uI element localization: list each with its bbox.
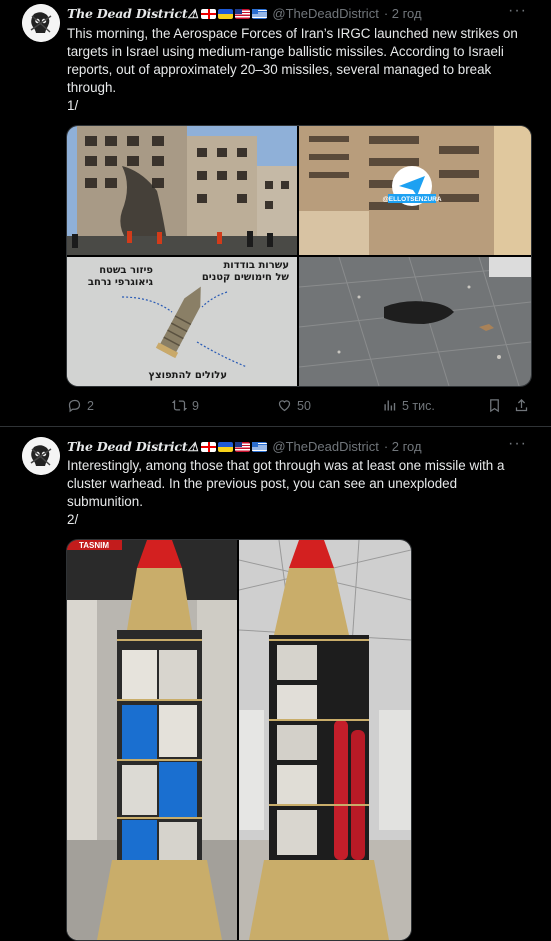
- handle[interactable]: @TheDeadDistrict: [272, 439, 378, 454]
- views-count: 5 тис.: [402, 398, 435, 413]
- display-name[interactable]: The Dead District⚠: [67, 6, 199, 21]
- tweet-1[interactable]: The Dead District⚠ @TheDeadDistrict · 2 …: [0, 0, 551, 425]
- repost-icon: [172, 400, 187, 411]
- tweet-header: The Dead District⚠ @TheDeadDistrict · 2 …: [67, 6, 422, 21]
- avatar[interactable]: [22, 437, 60, 475]
- repost-count: 9: [192, 398, 199, 413]
- ukraine-flag-icon: [218, 8, 234, 19]
- greece-flag-icon: [252, 441, 268, 452]
- like-button[interactable]: 50: [277, 398, 311, 413]
- media-grid[interactable]: TASNIM: [66, 539, 412, 941]
- usa-flag-icon: [235, 8, 251, 19]
- tweet-2[interactable]: The Dead District⚠ @TheDeadDistrict · 2 …: [0, 433, 551, 941]
- photo-cluster-warhead-right[interactable]: [239, 540, 411, 940]
- flag-emojis: [201, 441, 268, 452]
- photo-submunition-infographic[interactable]: עשרות בודדות של חימושים קטנים פיזור בשטח…: [67, 257, 297, 386]
- tweet-text: Interestingly, among those that got thro…: [67, 458, 505, 527]
- photo-cluster-warhead-left[interactable]: TASNIM: [67, 540, 237, 940]
- handle[interactable]: @TheDeadDistrict: [272, 6, 378, 21]
- bookmark-icon: [490, 399, 499, 413]
- tweet-text: This morning, the Aerospace Forces of Ir…: [67, 26, 518, 113]
- annotation-left: פיזור בשטח גיאוגרפי נרחב: [87, 265, 153, 288]
- media-grid[interactable]: @ELLOTSENZURA עשרות בודדות של חימושים קט…: [66, 125, 532, 387]
- share-button[interactable]: [514, 398, 529, 413]
- more-icon[interactable]: ···: [508, 435, 527, 453]
- avatar[interactable]: [22, 4, 60, 42]
- tweet-actions: 2 9 50 5 тис.: [67, 398, 533, 418]
- reply-button[interactable]: 2: [67, 398, 94, 413]
- greece-flag-icon: [252, 8, 268, 19]
- annotation-bottom: עלולים להתפוצץ: [148, 370, 227, 381]
- like-count: 50: [297, 398, 311, 413]
- ukraine-flag-icon: [218, 441, 234, 452]
- usa-flag-icon: [235, 441, 251, 452]
- display-name[interactable]: The Dead District⚠: [67, 439, 199, 454]
- timestamp[interactable]: · 2 год: [384, 6, 422, 21]
- georgia-flag-icon: [201, 441, 217, 452]
- watermark-text: @ELLOTSENZURA: [382, 196, 441, 203]
- share-icon: [515, 398, 528, 412]
- repost-button[interactable]: 9: [172, 398, 199, 413]
- photo-object-on-floor[interactable]: [299, 257, 531, 386]
- reply-count: 2: [87, 398, 94, 413]
- tasnim-logo-text: TASNIM: [79, 541, 109, 550]
- views-button[interactable]: 5 тис.: [382, 398, 435, 413]
- timestamp[interactable]: · 2 год: [384, 439, 422, 454]
- photo-damaged-building[interactable]: [67, 126, 297, 255]
- flag-emojis: [201, 8, 268, 19]
- reply-icon: [68, 399, 81, 413]
- views-icon: [384, 400, 396, 411]
- bookmark-button[interactable]: [487, 398, 502, 413]
- georgia-flag-icon: [201, 8, 217, 19]
- divider: [0, 426, 551, 427]
- annotation-top: עשרות בודדות של חימושים קטנים: [201, 260, 289, 283]
- tweet-header: The Dead District⚠ @TheDeadDistrict · 2 …: [67, 439, 422, 454]
- like-icon: [278, 400, 291, 412]
- more-icon[interactable]: ···: [508, 2, 527, 20]
- photo-damaged-tower[interactable]: @ELLOTSENZURA: [299, 126, 531, 255]
